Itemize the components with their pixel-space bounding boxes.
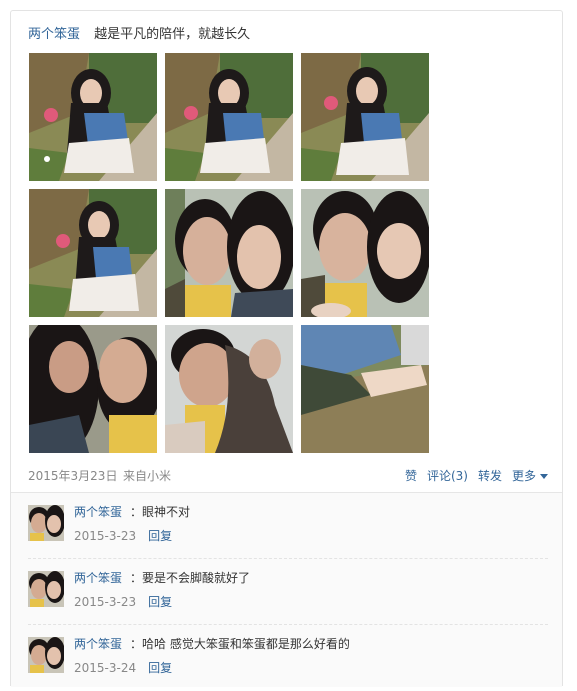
post-actions: 赞 评论(3) 转发 更多 — [405, 467, 548, 484]
comment-author-link[interactable]: 两个笨蛋 — [74, 571, 122, 585]
comment-author-link[interactable]: 两个笨蛋 — [74, 505, 122, 519]
photo-thumbnail[interactable] — [301, 53, 429, 181]
photo-girl-crouching-icon — [29, 53, 157, 181]
comment-time: 2015-3-23 — [74, 595, 137, 609]
comment-item: 两个笨蛋 ：眼神不对 2015-3-23 回复 — [28, 493, 548, 559]
photo-thumbnail[interactable] — [301, 325, 429, 453]
repost-button[interactable]: 转发 — [478, 467, 502, 484]
post-author-link[interactable]: 两个笨蛋 — [28, 27, 80, 42]
post-source: 来自小米 — [123, 469, 172, 483]
comment-item: 两个笨蛋 ：哈哈 感觉大笨蛋和笨蛋都是那么好看的 2015-3-24 回复 — [28, 625, 548, 691]
reply-button[interactable]: 回复 — [148, 529, 172, 543]
avatar-couple-icon — [28, 571, 64, 607]
avatar[interactable] — [28, 571, 64, 607]
avatar[interactable] — [28, 505, 64, 541]
comment-line: 两个笨蛋 ：哈哈 感觉大笨蛋和笨蛋都是那么好看的 — [74, 635, 350, 652]
comment-button[interactable]: 评论(3) — [427, 467, 468, 484]
comment-text: 哈哈 感觉大笨蛋和笨蛋都是那么好看的 — [142, 637, 350, 651]
avatar-couple-icon — [28, 505, 64, 541]
reply-button[interactable]: 回复 — [148, 595, 172, 609]
photo-hands-grass-icon — [301, 325, 429, 453]
photo-thumbnail[interactable] — [165, 189, 293, 317]
avatar[interactable] — [28, 637, 64, 673]
post-header: 两个笨蛋 越是平凡的陪伴，就越长久 — [28, 23, 250, 42]
comment-text: 要是不会脚酸就好了 — [142, 571, 251, 585]
photo-grid — [29, 53, 429, 453]
comment-meta: 2015-3-23 回复 — [74, 527, 172, 544]
photo-thumbnail[interactable] — [29, 189, 157, 317]
comment-line: 两个笨蛋 ：要是不会脚酸就好了 — [74, 569, 250, 586]
photo-couple-selfie-icon — [165, 189, 293, 317]
photo-couple-selfie-icon — [301, 189, 429, 317]
comment-line: 两个笨蛋 ：眼神不对 — [74, 503, 190, 520]
more-menu[interactable]: 更多 — [512, 467, 548, 484]
reply-button[interactable]: 回复 — [148, 661, 172, 675]
photo-couple-selfie-icon — [165, 325, 293, 453]
comment-text: 眼神不对 — [142, 505, 191, 519]
photo-thumbnail[interactable] — [301, 189, 429, 317]
comment-time: 2015-3-23 — [74, 529, 137, 543]
comment-meta: 2015-3-24 回复 — [74, 659, 172, 676]
photo-thumbnail[interactable] — [29, 53, 157, 181]
comment-item: 两个笨蛋 ：要是不会脚酸就好了 2015-3-23 回复 — [28, 559, 548, 625]
post-date[interactable]: 2015年3月23日 — [28, 467, 117, 484]
comment-colon: ： — [130, 571, 143, 585]
like-button[interactable]: 赞 — [405, 467, 417, 484]
photo-couple-selfie-icon — [29, 325, 157, 453]
post-text: 越是平凡的陪伴，就越长久 — [94, 27, 251, 42]
comment-colon: ： — [130, 505, 143, 519]
post-meta: 2015年3月23日 来自小米 赞 评论(3) 转发 更多 — [28, 467, 548, 487]
photo-girl-crouching-icon — [29, 189, 157, 317]
comment-meta: 2015-3-23 回复 — [74, 593, 172, 610]
photo-girl-crouching-icon — [301, 53, 429, 181]
comment-author-link[interactable]: 两个笨蛋 — [74, 637, 122, 651]
feed-post-card: 两个笨蛋 越是平凡的陪伴，就越长久 2015年3月23日 来自小米 赞 评论(3… — [10, 10, 563, 687]
photo-girl-crouching-icon — [165, 53, 293, 181]
comment-list: 两个笨蛋：眼神不对 2015-3-23回复 两个笨蛋：要是不会脚酸就好了 — [11, 492, 562, 687]
comment-time: 2015-3-24 — [74, 661, 137, 675]
avatar-couple-icon — [28, 637, 64, 673]
photo-thumbnail[interactable] — [165, 53, 293, 181]
photo-thumbnail[interactable] — [29, 325, 157, 453]
chevron-down-icon — [540, 474, 548, 479]
comment-colon: ： — [130, 637, 143, 651]
more-label: 更多 — [511, 469, 536, 483]
photo-thumbnail[interactable] — [165, 325, 293, 453]
